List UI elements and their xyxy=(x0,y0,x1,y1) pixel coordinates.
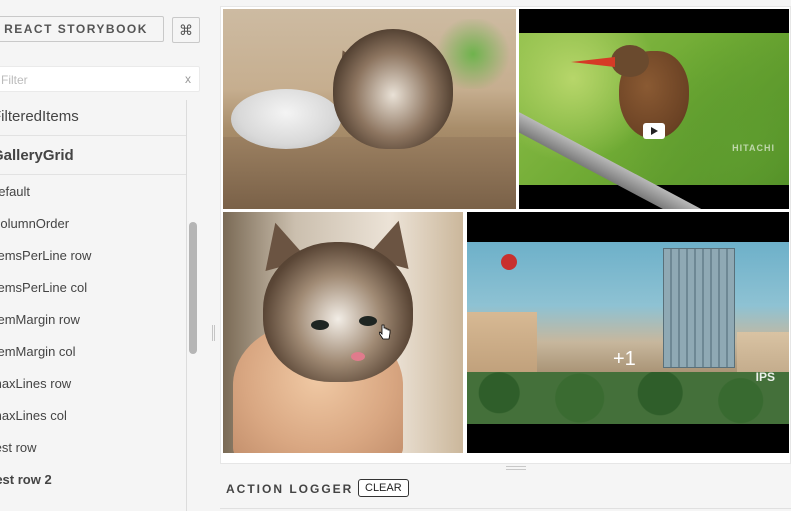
storybook-sidebar: REACT STORYBOOK ⌘ x FilteredItems Galler… xyxy=(0,0,212,511)
video-watermark: IPS xyxy=(755,370,775,384)
story-label: itemsPerLine col xyxy=(0,280,88,295)
preview-iframe: HITACHI +1 IPS xyxy=(220,6,791,464)
table-surface xyxy=(223,137,516,209)
story-label: test row xyxy=(0,440,37,455)
clear-button[interactable]: CLEAR xyxy=(358,479,409,497)
story-label: test row 2 xyxy=(0,472,52,487)
story-item-maxlines-row[interactable]: maxLines row xyxy=(0,376,71,391)
video-watermark: HITACHI xyxy=(732,143,775,153)
sidebar-resize-handle[interactable] xyxy=(212,325,215,341)
sidebar-scrollbar[interactable] xyxy=(189,222,197,354)
story-label: itemsPerLine row xyxy=(0,248,92,263)
bird-video[interactable]: HITACHI xyxy=(519,9,789,209)
divider xyxy=(0,135,186,136)
story-item-itemmargin-col[interactable]: itemMargin col xyxy=(0,344,76,359)
branch xyxy=(519,109,726,209)
story-item-itemmargin-row[interactable]: itemMargin row xyxy=(0,312,80,327)
divider xyxy=(0,174,186,175)
kind-label: GalleryGrid xyxy=(0,147,74,164)
story-item-test-row[interactable]: test row xyxy=(0,440,37,455)
bird-head xyxy=(611,45,649,77)
story-label: maxLines col xyxy=(0,408,67,423)
kind-item-gallerygrid[interactable]: GalleryGrid xyxy=(0,147,186,164)
action-logger-title: ACTION LOGGER xyxy=(226,482,354,496)
tower-building xyxy=(663,248,735,368)
story-item-itemsperline-col[interactable]: itemsPerLine col xyxy=(0,280,87,295)
more-items-count[interactable]: +1 xyxy=(613,348,636,371)
kitten-eye xyxy=(311,320,329,330)
hand-cursor-icon xyxy=(379,324,391,340)
kitten-photo-2[interactable] xyxy=(223,212,463,453)
bird-beak xyxy=(571,57,615,67)
filter-box: x xyxy=(0,66,200,93)
video-frame: +1 IPS xyxy=(467,242,789,424)
storybook-brand-button[interactable]: REACT STORYBOOK xyxy=(0,16,164,42)
kitten xyxy=(263,242,413,382)
keyboard-shortcuts-button[interactable]: ⌘ xyxy=(172,17,200,43)
city-video[interactable]: +1 IPS xyxy=(467,212,789,453)
kitten xyxy=(333,29,453,149)
story-item-columnorder[interactable]: ColumnOrder xyxy=(0,216,69,231)
story-item-default[interactable]: default xyxy=(0,184,30,199)
stories-tree: FilteredItems GalleryGrid default Column… xyxy=(0,100,187,511)
clear-filter-icon[interactable]: x xyxy=(185,72,191,86)
story-item-test-row-2[interactable]: test row 2 xyxy=(0,472,52,487)
kitten-nose xyxy=(351,352,365,361)
bowl xyxy=(231,89,341,149)
story-label: maxLines row xyxy=(0,376,72,391)
video-frame: HITACHI xyxy=(519,33,789,209)
story-label: default xyxy=(0,184,31,199)
story-item-itemsperline-row[interactable]: itemsPerLine row xyxy=(0,248,91,263)
story-label: itemMargin col xyxy=(0,344,76,359)
kitten-photo-1[interactable] xyxy=(223,9,516,209)
kind-label: FilteredItems xyxy=(0,108,79,125)
trees xyxy=(467,372,789,424)
filter-input[interactable] xyxy=(0,67,173,93)
addon-panel: ACTION LOGGER CLEAR xyxy=(220,472,791,511)
brand-label: REACT STORYBOOK xyxy=(4,22,148,36)
story-label: itemMargin row xyxy=(0,312,80,327)
panel-resize-handle[interactable] xyxy=(506,466,526,470)
kind-item-filtereditems[interactable]: FilteredItems xyxy=(0,108,186,125)
play-icon[interactable] xyxy=(643,123,665,139)
story-item-maxlines-col[interactable]: maxLines col xyxy=(0,408,67,423)
divider xyxy=(220,508,791,509)
kitten-eye xyxy=(359,316,377,326)
command-icon: ⌘ xyxy=(179,21,193,38)
story-label: ColumnOrder xyxy=(0,216,70,231)
balloon-icon xyxy=(501,254,517,270)
